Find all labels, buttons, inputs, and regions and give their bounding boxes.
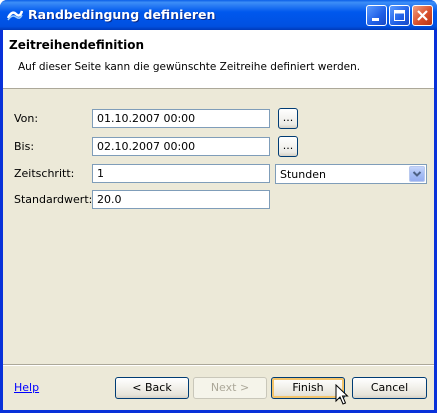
zeitschritt-label: Zeitschritt:	[14, 167, 75, 180]
page-description: Auf dieser Seite kann die gewünschte Zei…	[18, 61, 361, 73]
zeitschritt-input[interactable]: 1	[92, 164, 270, 183]
maximize-icon	[394, 10, 405, 21]
zeitschritt-unit-value: Stunden	[280, 168, 326, 181]
bis-label: Bis:	[14, 140, 35, 153]
page-title: Zeitreihendefinition	[9, 38, 144, 52]
dialog-window: Randbedingung definieren Zeitreihendefin…	[0, 0, 437, 413]
title-bar[interactable]: Randbedingung definieren	[0, 0, 437, 30]
von-label: Von:	[14, 112, 39, 125]
chevron-down-icon	[412, 171, 422, 177]
finish-button[interactable]: Finish	[271, 377, 345, 399]
minimize-button[interactable]	[366, 5, 387, 26]
minimize-icon	[372, 18, 379, 21]
von-browse-button[interactable]: ...	[278, 108, 298, 129]
cancel-button[interactable]: Cancel	[352, 377, 427, 399]
wizard-header: Zeitreihendefinition Auf dieser Seite ka…	[3, 30, 434, 89]
close-icon	[417, 10, 428, 21]
standardwert-label: Standardwert:	[14, 193, 93, 206]
back-button[interactable]: < Back	[115, 377, 189, 399]
von-input[interactable]: 01.10.2007 00:00	[92, 109, 270, 128]
wave-icon	[6, 8, 24, 22]
zeitschritt-unit-select[interactable]: Stunden	[275, 164, 427, 184]
standardwert-input[interactable]: 20.0	[92, 190, 270, 209]
dropdown-button[interactable]	[409, 166, 425, 182]
maximize-button[interactable]	[389, 5, 410, 26]
footer-divider	[3, 364, 434, 366]
close-button[interactable]	[412, 5, 433, 26]
bis-input[interactable]: 02.10.2007 00:00	[92, 137, 270, 156]
help-link[interactable]: Help	[14, 381, 39, 394]
bis-browse-button[interactable]: ...	[278, 136, 298, 157]
next-button[interactable]: Next >	[193, 377, 267, 399]
window-title: Randbedingung definieren	[28, 7, 216, 22]
mouse-cursor-icon	[335, 384, 349, 405]
